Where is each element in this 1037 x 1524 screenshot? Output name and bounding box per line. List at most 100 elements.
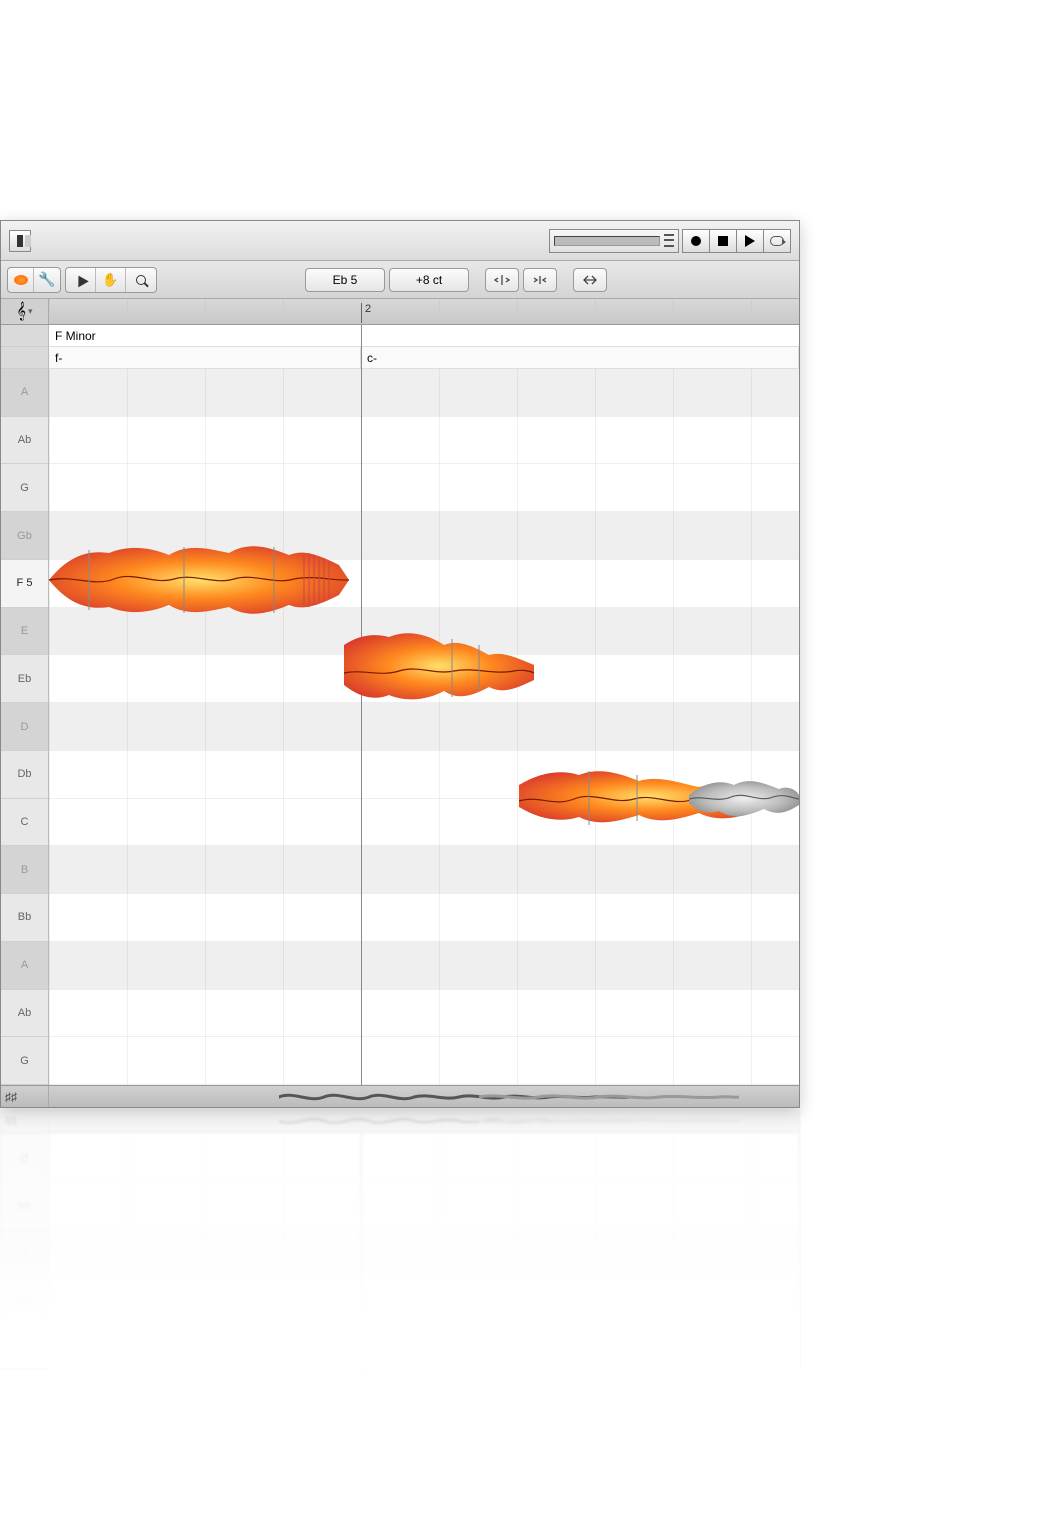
transport-bar — [1, 221, 799, 261]
overview-bar[interactable]: ♯♯ — [1, 1085, 799, 1107]
pitch-row — [49, 1037, 799, 1085]
stop-button[interactable] — [709, 229, 737, 253]
overview-waveform-2 — [479, 1089, 739, 1105]
sharp-label: ♯♯ — [5, 1115, 17, 1129]
loop-button[interactable] — [763, 229, 791, 253]
overview-waveform-2 — [479, 1113, 739, 1129]
chord-header-gutter — [1, 347, 48, 369]
key-row-C[interactable]: C — [1, 799, 48, 847]
piano-gutter: AAbGGbF 5EEbDDbCBBbAAbG — [1, 325, 49, 1085]
pitch-row — [49, 1228, 799, 1276]
separate-button[interactable] — [485, 268, 519, 292]
overview-track[interactable] — [49, 1086, 799, 1107]
pitch-grid — [49, 1133, 799, 1368]
key-row-Db[interactable]: Db — [1, 751, 48, 799]
note-blob-2[interactable] — [344, 625, 534, 715]
cents-display[interactable]: +8 ct — [389, 268, 469, 292]
scale-row[interactable]: F Minor — [49, 325, 799, 347]
key-row-Ab[interactable]: Ab — [1, 1181, 48, 1229]
key-row-Eb[interactable]: Eb — [1, 655, 48, 703]
overview-gutter: ♯♯ — [1, 1111, 49, 1132]
chevron-down-icon: ▾ — [28, 306, 33, 317]
separate-icon — [493, 273, 511, 287]
blob-icon — [14, 275, 28, 285]
key-row-A[interactable]: A — [1, 1228, 48, 1276]
scale-name: F Minor — [55, 329, 96, 343]
key-row-G[interactable]: G — [1, 464, 48, 512]
merge-button[interactable] — [523, 268, 557, 292]
pitch-row — [49, 464, 799, 512]
key-row-F5[interactable]: F 5 — [1, 560, 48, 608]
panel-icon — [17, 235, 23, 247]
key-row-E[interactable]: E — [1, 608, 48, 656]
bar-line-2 — [361, 1133, 362, 1368]
pitch-row — [49, 417, 799, 465]
hand-tool-button[interactable]: ✋ — [96, 268, 126, 292]
record-button[interactable] — [682, 229, 710, 253]
play-icon — [745, 235, 755, 247]
tempo-fill — [554, 236, 660, 246]
grid-area[interactable]: F Minor f- c- — [49, 1133, 799, 1368]
chord-cell-2[interactable]: c- — [361, 347, 799, 368]
key-row-B[interactable]: B — [1, 1324, 48, 1368]
merge-icon — [531, 273, 549, 287]
grip-icon — [664, 233, 674, 249]
chord-row[interactable]: f- c- — [49, 347, 799, 369]
sharp-label: ♯♯ — [5, 1090, 17, 1104]
treble-clef-icon: 𝄞 — [17, 303, 26, 321]
key-row-A[interactable]: A — [1, 369, 48, 417]
pitch-row — [49, 846, 799, 894]
tempo-slider[interactable] — [549, 229, 679, 253]
key-row-Bb[interactable]: Bb — [1, 894, 48, 942]
pitch-row — [49, 894, 799, 942]
cents-display-label: +8 ct — [416, 273, 442, 287]
stop-icon — [718, 236, 728, 246]
sidebar-toggle-button[interactable] — [9, 230, 31, 252]
chord-2-label: c- — [367, 351, 377, 365]
key-row-B[interactable]: B — [1, 846, 48, 894]
overview-bar[interactable]: ♯♯ — [1, 1111, 799, 1133]
loop-icon — [770, 236, 784, 246]
grid-area[interactable]: F Minor f- c- — [49, 325, 799, 1085]
chord-1-label: f- — [55, 351, 62, 365]
note-blob-tail[interactable] — [689, 755, 799, 835]
piano-gutter: AAbGGbF 5EEbDDbCBBbAAbG — [1, 1133, 49, 1368]
chord-cell-1[interactable]: f- — [49, 347, 361, 368]
pitch-row — [49, 1276, 799, 1324]
overview-waveform — [279, 1113, 629, 1129]
tools-mode-button[interactable]: 🔧 — [34, 268, 60, 292]
pitch-display[interactable]: Eb 5 — [305, 268, 385, 292]
pitch-row — [49, 1324, 799, 1368]
key-row-G[interactable]: G — [1, 1133, 48, 1181]
tool-group: ✋ — [65, 267, 157, 293]
pitch-row — [49, 1181, 799, 1229]
ruler-gutter[interactable]: 𝄞 ▾ — [1, 299, 49, 324]
play-button[interactable] — [736, 229, 764, 253]
snap-button[interactable] — [573, 268, 607, 292]
pitch-display-label: Eb 5 — [333, 273, 358, 287]
beat-lines — [49, 1133, 799, 1368]
overview-track[interactable] — [49, 1111, 799, 1132]
key-row-Ab[interactable]: Ab — [1, 417, 48, 465]
pitch-row — [49, 369, 799, 417]
mode-group: 🔧 — [7, 267, 61, 293]
key-row-Bb[interactable]: Bb — [1, 1276, 48, 1324]
pointer-icon — [73, 272, 88, 287]
note-blob-1[interactable] — [49, 535, 349, 625]
key-row-D[interactable]: D — [1, 703, 48, 751]
wrench-icon: 🔧 — [38, 271, 55, 288]
ruler-track[interactable]: 2 — [49, 299, 799, 324]
zoom-tool-button[interactable] — [126, 268, 156, 292]
snap-icon — [581, 273, 599, 287]
key-row-A[interactable]: A — [1, 942, 48, 990]
pitch-editor: AAbGGbF 5EEbDDbCBBbAAbG F Minor f- c- — [1, 1133, 799, 1368]
pointer-tool-button[interactable] — [66, 268, 96, 292]
key-row-G[interactable]: G — [1, 1037, 48, 1085]
bar-marker-2: 2 — [361, 303, 371, 323]
ruler[interactable]: 𝄞 ▾ 2 — [1, 299, 799, 325]
pitch-grid — [49, 369, 799, 1085]
blob-mode-button[interactable] — [8, 268, 34, 292]
hand-icon: ✋ — [102, 272, 118, 288]
key-row-Ab[interactable]: Ab — [1, 990, 48, 1038]
key-row-Gb[interactable]: Gb — [1, 512, 48, 560]
